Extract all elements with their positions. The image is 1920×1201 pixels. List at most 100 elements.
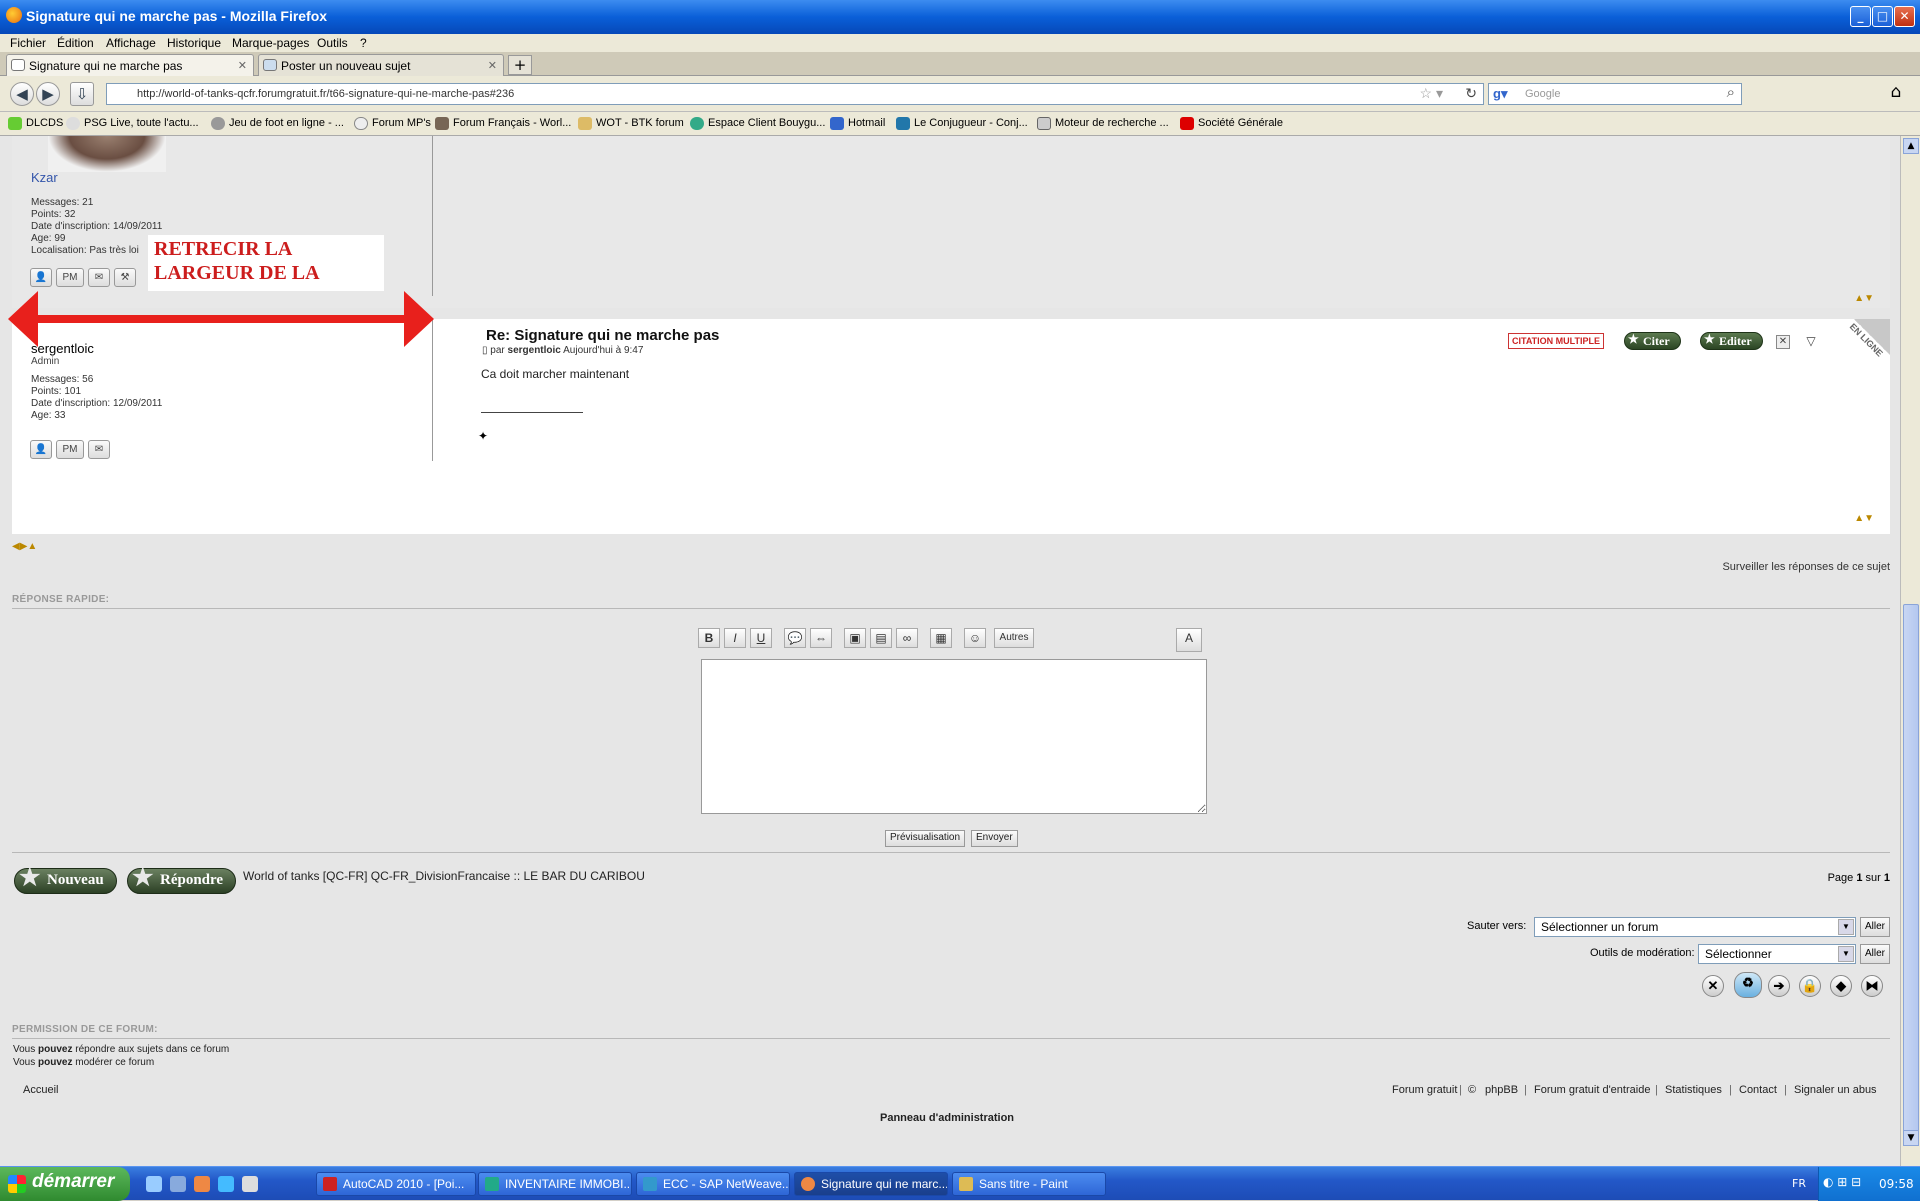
tab-signature[interactable]: Signature qui ne marche pas ✕	[6, 54, 254, 76]
taskbar-item-firefox[interactable]: Signature qui ne marc...	[794, 1172, 948, 1196]
menu-outils[interactable]: Outils	[317, 36, 348, 50]
menu-edition[interactable]: Édition	[57, 36, 94, 50]
code-icon[interactable]: ⇔	[810, 628, 832, 648]
video-icon[interactable]: ▤	[870, 628, 892, 648]
show-desktop-icon[interactable]	[170, 1176, 186, 1192]
lock-icon[interactable]: 🔒	[1799, 975, 1821, 997]
watch-topic-link[interactable]: Surveiller les réponses de ce sujet	[1722, 561, 1890, 573]
bookmark-item[interactable]: Société Générale	[1180, 117, 1283, 130]
admin-panel-link[interactable]: Panneau d'administration	[880, 1112, 1014, 1124]
edit-button[interactable]: ★ Editer	[1700, 332, 1763, 350]
taskbar-item-paint[interactable]: Sans titre - Paint	[952, 1172, 1106, 1196]
multi-quote-button[interactable]: CITATION MULTIPLE	[1508, 333, 1604, 349]
footer-link[interactable]: Contact	[1739, 1084, 1777, 1096]
tray-icons[interactable]: ◐ ⊞ ⊟	[1823, 1175, 1861, 1189]
menu-historique[interactable]: Historique	[167, 36, 221, 50]
merge-icon[interactable]: ⧓	[1861, 975, 1883, 997]
post-author-link[interactable]: Kzar	[31, 170, 58, 185]
menu-help[interactable]: ?	[360, 36, 367, 50]
maximize-button[interactable]: □	[1872, 6, 1893, 27]
calculator-icon[interactable]	[242, 1176, 258, 1192]
bookmark-item[interactable]: PSG Live, toute l'actu...	[66, 117, 199, 130]
reply-button[interactable]: ★ Répondre	[127, 865, 237, 894]
footer-link[interactable]: Statistiques	[1665, 1084, 1722, 1096]
start-button[interactable]: démarrer	[0, 1167, 130, 1201]
minimize-button[interactable]: _	[1850, 6, 1871, 27]
color-palette-icon[interactable]: ▦	[930, 628, 952, 648]
preview-button[interactable]: Prévisualisation	[885, 830, 966, 847]
ie-icon[interactable]	[146, 1176, 162, 1192]
forward-button[interactable]: ▶	[36, 82, 60, 106]
vertical-scrollbar[interactable]: ▲ ▼	[1900, 136, 1920, 1166]
bookmark-item[interactable]: Forum MP's	[354, 117, 431, 130]
quote-bubble-icon[interactable]: 💬	[784, 628, 806, 648]
reply-textarea[interactable]	[701, 659, 1207, 814]
scroll-top-bottom-icon[interactable]: ▲▼	[1854, 293, 1874, 304]
new-topic-button[interactable]: ★ Nouveau	[14, 865, 117, 894]
scroll-top-bottom-icon[interactable]: ▲▼	[1854, 513, 1874, 524]
home-link[interactable]: Accueil	[23, 1084, 58, 1096]
bookmark-star-icon[interactable]: ☆ ▾	[1420, 85, 1443, 102]
bookmark-item[interactable]: Forum Français - Worl...	[435, 117, 571, 130]
close-tab-icon[interactable]: ✕	[488, 59, 497, 72]
smiley-icon[interactable]: ☺	[964, 628, 986, 648]
search-icon[interactable]: ⌕	[1727, 84, 1735, 101]
bookmark-item[interactable]: Espace Client Bouygu...	[690, 117, 825, 130]
report-icon[interactable]: ▽	[1804, 335, 1818, 349]
delete-icon[interactable]: ✕	[1776, 335, 1790, 349]
delete-topic-icon[interactable]: ✕	[1702, 975, 1724, 997]
menu-fichier[interactable]: Fichier	[10, 36, 46, 50]
menu-affichage[interactable]: Affichage	[106, 36, 156, 50]
taskbar-item-sap[interactable]: ECC - SAP NetWeave...	[636, 1172, 790, 1196]
switch-editor-icon[interactable]: A	[1176, 628, 1202, 652]
language-indicator[interactable]: FR	[1792, 1177, 1806, 1190]
footer-link[interactable]: Forum gratuit d'entraide	[1534, 1084, 1650, 1096]
image-icon[interactable]: ▣	[844, 628, 866, 648]
scroll-up-icon[interactable]: ▲	[1903, 138, 1919, 154]
move-topic-icon[interactable]: ➔	[1768, 975, 1790, 997]
footer-link[interactable]: Signaler un abus	[1794, 1084, 1877, 1096]
bookmark-item[interactable]: Moteur de recherche ...	[1037, 117, 1169, 130]
bookmark-item[interactable]: Hotmail	[830, 117, 885, 130]
underline-button[interactable]: U	[750, 628, 772, 648]
menu-marque-pages[interactable]: Marque-pages	[232, 36, 309, 50]
bookmark-item[interactable]: Jeu de foot en ligne - ...	[211, 117, 344, 130]
footer-link[interactable]: phpBB	[1485, 1084, 1518, 1096]
quote-button[interactable]: ★ Citer	[1624, 332, 1681, 350]
recycle-bin-icon[interactable]: ♻	[1734, 972, 1762, 998]
close-button[interactable]: ✕	[1894, 6, 1915, 27]
taskbar-item-excel[interactable]: INVENTAIRE IMMOBI...	[478, 1172, 632, 1196]
footer-link[interactable]: Forum gratuit	[1392, 1084, 1457, 1096]
email-icon[interactable]: ✉	[88, 440, 110, 459]
mod-tools-select[interactable]: Sélectionner ▼	[1698, 944, 1856, 964]
mod-go-button[interactable]: Aller	[1860, 944, 1891, 964]
jump-go-button[interactable]: Aller	[1860, 917, 1891, 937]
more-button[interactable]: Autres	[994, 628, 1034, 648]
taskbar-item-autocad[interactable]: AutoCAD 2010 - [Poi...	[316, 1172, 476, 1196]
tab-poster[interactable]: Poster un nouveau sujet ✕	[258, 54, 504, 76]
nav-arrows-icon[interactable]: ◀▶▲	[12, 541, 37, 552]
back-button[interactable]: ◀	[10, 82, 34, 106]
scrollbar-thumb[interactable]	[1903, 604, 1919, 1144]
profile-icon[interactable]: 👤	[30, 440, 52, 459]
bold-button[interactable]: B	[698, 628, 720, 648]
ie-icon[interactable]	[218, 1176, 234, 1192]
breadcrumb[interactable]: World of tanks [QC-FR] QC-FR_DivisionFra…	[243, 869, 645, 883]
url-bar[interactable]: http://world-of-tanks-qcfr.forumgratuit.…	[106, 83, 1484, 105]
split-icon[interactable]: ◆	[1830, 975, 1852, 997]
send-button[interactable]: Envoyer	[971, 830, 1018, 847]
jump-select[interactable]: Sélectionner un forum ▼	[1534, 917, 1856, 937]
scroll-down-icon[interactable]: ▼	[1903, 1130, 1919, 1146]
bookmark-item[interactable]: Le Conjugueur - Conj...	[896, 117, 1028, 130]
clock[interactable]: 09:58	[1879, 1177, 1914, 1191]
italic-button[interactable]: I	[724, 628, 746, 648]
home-icon[interactable]: ⌂	[1882, 82, 1910, 106]
download-icon[interactable]: ⇩	[70, 82, 94, 106]
search-input[interactable]: g▾ Google ⌕	[1488, 83, 1742, 105]
new-tab-button[interactable]: +	[508, 55, 532, 75]
private-message-icon[interactable]: PM	[56, 440, 84, 459]
reload-icon[interactable]: ↻	[1465, 85, 1477, 102]
bookmark-item[interactable]: WOT - BTK forum	[578, 117, 684, 130]
link-icon[interactable]: ∞	[896, 628, 918, 648]
bookmark-item[interactable]: DLCDS	[8, 117, 63, 130]
